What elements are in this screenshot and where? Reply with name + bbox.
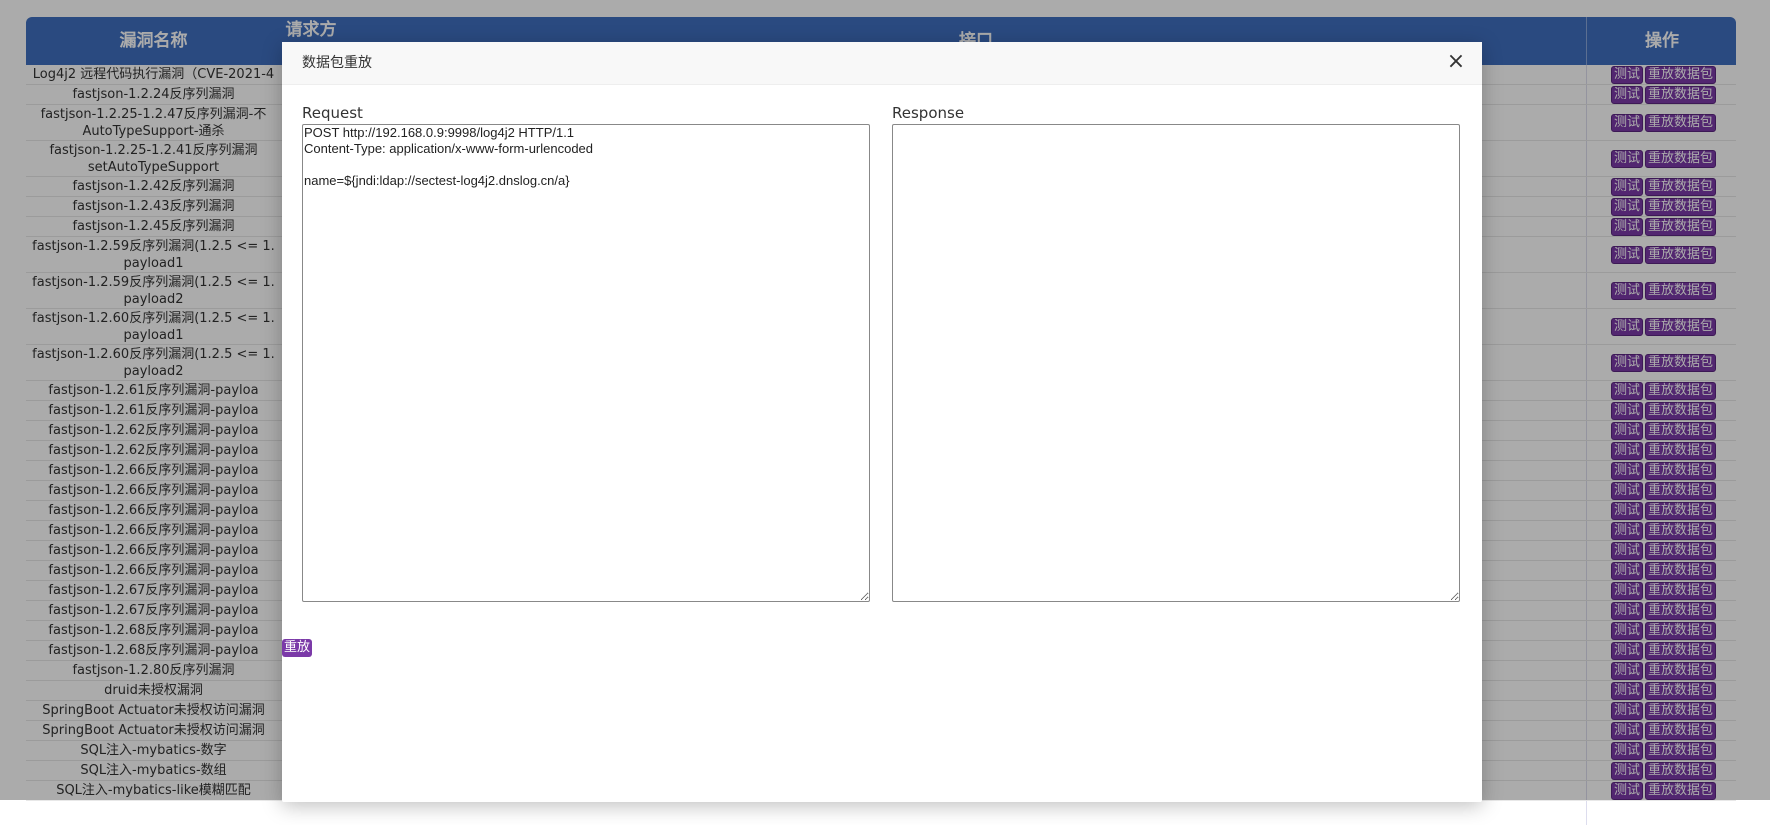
modal-title: 数据包重放 <box>302 55 372 71</box>
response-label: Response <box>892 104 965 122</box>
request-label: Request <box>302 104 363 122</box>
modal-header: 数据包重放 × <box>282 42 1482 85</box>
close-icon[interactable]: × <box>1444 50 1468 74</box>
response-textarea[interactable] <box>892 124 1460 602</box>
replay-modal: 数据包重放 × Request Response POST http://192… <box>282 42 1482 802</box>
replay-button[interactable]: 重放 <box>282 639 313 657</box>
request-textarea[interactable]: POST http://192.168.0.9:9998/log4j2 HTTP… <box>302 124 870 602</box>
